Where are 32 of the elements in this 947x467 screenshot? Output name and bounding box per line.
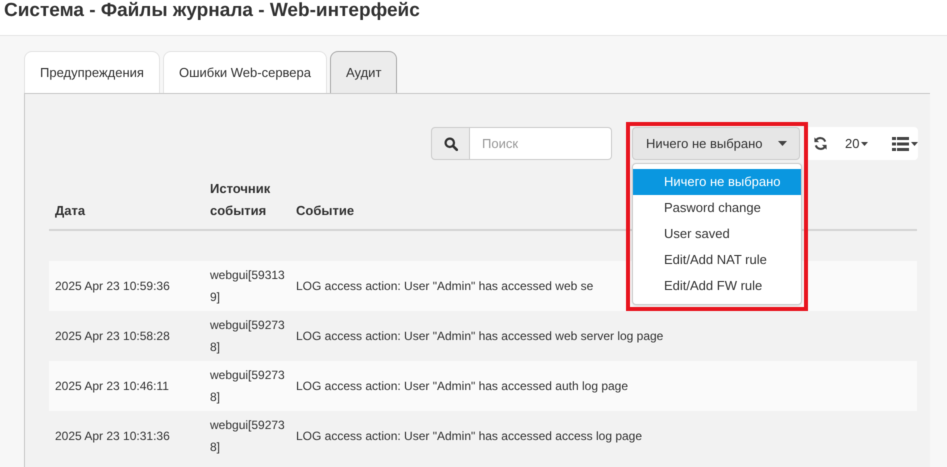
table-cell-text: webgui[592738] [209,417,286,456]
caret-icon [778,141,787,146]
refresh-icon[interactable] [813,136,828,151]
page-title: Система - Файлы журнала - Web-интерфейс [4,0,420,24]
search-icon [431,127,470,160]
dropdown-option[interactable]: User saved [633,221,801,247]
table-cell-text: webgui[592738] [209,367,286,406]
table-cell-text: 2025 Apr 23 10:31:36 [54,428,171,445]
caret-icon [861,142,868,146]
table-cell-text: LOG access action: User "Admin" has accessed auth log page [295,378,628,395]
table-cell-text: LOG access action: User "Admin" has accessed access log page [295,428,642,445]
table-cell-text: webgui[592738] [209,317,286,356]
caret-icon [911,142,918,146]
table-cell-text: LOG access action: User "Admin" has accessed web server log page [295,328,664,345]
table-cell-text: webgui[593139] [209,267,286,306]
dropdown-option[interactable]: Edit/Add FW rule [633,273,801,299]
table-cell-text: LOG access action: User "Admin" has accessed web se [295,278,594,295]
tab[interactable]: Аудит [330,51,398,93]
column-header[interactable]: Источник события [204,178,290,222]
table-cell-text: 2025 Apr 23 10:59:36 [54,278,171,295]
column-header[interactable]: Дата [49,200,204,222]
tab[interactable]: Предупреждения [24,51,160,93]
tab[interactable]: Ошибки Web-сервера [162,51,327,93]
column-header[interactable]: Событие [290,200,354,222]
page-size-dropdown[interactable]: 20 [845,134,868,154]
columns-dropdown[interactable] [892,136,918,150]
table-cell-text: 2025 Apr 23 10:46:11 [54,378,170,395]
filter-dropdown[interactable]: Ничего не выбрано [632,127,800,160]
list-icon [892,136,910,150]
table-cell-text: 2025 Apr 23 10:58:28 [54,328,171,345]
dropdown-option[interactable]: Edit/Add NAT rule [633,247,801,273]
dropdown-option[interactable]: Pasword change [633,195,801,221]
